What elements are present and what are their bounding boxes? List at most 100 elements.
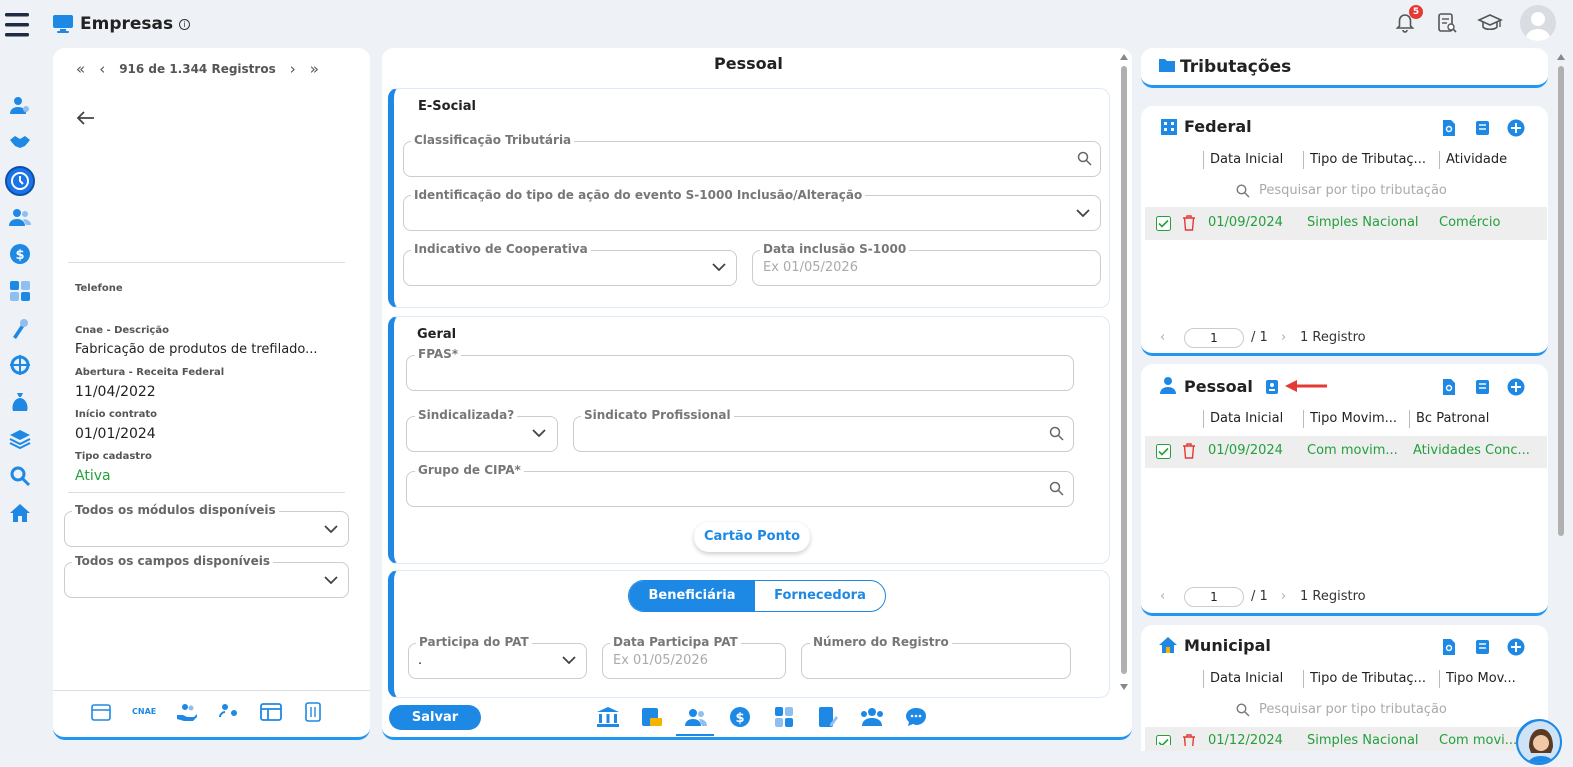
chat-icon[interactable] xyxy=(904,706,928,728)
scroll-document-icon[interactable] xyxy=(1473,378,1491,396)
page-title: Empresas xyxy=(80,14,174,34)
rail-calculator-icon[interactable] xyxy=(9,280,31,302)
prev-record-button[interactable]: ‹ xyxy=(99,60,105,78)
first-record-button[interactable]: « xyxy=(76,60,85,78)
house-icon xyxy=(1158,636,1178,654)
search-icon[interactable] xyxy=(1049,426,1064,441)
column-header[interactable]: Data Inicial xyxy=(1210,671,1283,686)
notification-badge: 5 xyxy=(1409,5,1423,19)
prev-page-icon[interactable]: ‹ xyxy=(1160,330,1165,345)
prev-page-icon[interactable]: ‹ xyxy=(1160,589,1165,604)
module-toolbar: $ xyxy=(596,706,928,728)
hamburger-menu-icon[interactable] xyxy=(4,10,30,40)
fpas-field[interactable] xyxy=(406,355,1074,391)
telefone-label: Telefone xyxy=(75,283,123,294)
column-header[interactable]: Tipo de Tributaç... xyxy=(1310,671,1426,686)
info-icon[interactable]: i xyxy=(179,18,191,30)
data-participa-label: Data Participa PAT xyxy=(610,635,741,649)
right-scrollbar[interactable] xyxy=(1556,52,1566,742)
checkbox-checked-icon[interactable] xyxy=(1156,216,1171,231)
red-arrow-pointer-icon xyxy=(1283,379,1329,393)
data-participa-placeholder: Ex 01/05/2026 xyxy=(613,653,708,668)
federal-search-input[interactable]: Pesquisar por tipo tributação xyxy=(1259,183,1447,198)
calculator-icon[interactable] xyxy=(772,706,796,728)
cartao-ponto-button[interactable]: Cartão Ponto xyxy=(694,522,810,552)
add-icon[interactable] xyxy=(1507,378,1525,396)
column-header[interactable]: Tipo de Tributaç... xyxy=(1310,152,1426,167)
next-page-icon[interactable]: › xyxy=(1281,589,1286,604)
rail-search-icon[interactable] xyxy=(9,465,31,487)
row-atividade: Comércio xyxy=(1439,215,1501,230)
trash-icon[interactable] xyxy=(1182,443,1196,459)
column-separator xyxy=(1439,151,1440,169)
column-separator xyxy=(1303,670,1304,688)
add-icon[interactable] xyxy=(1507,119,1525,137)
checkbox-checked-icon[interactable] xyxy=(1156,444,1171,459)
tab-beneficiaria[interactable]: Beneficiária xyxy=(629,581,755,611)
rail-home-icon[interactable] xyxy=(9,502,31,524)
column-header[interactable]: Data Inicial xyxy=(1210,411,1283,426)
hand-coins-icon[interactable] xyxy=(176,702,198,722)
calendar-icon[interactable] xyxy=(90,702,112,722)
page-input[interactable]: 1 xyxy=(1184,328,1244,348)
pessoal-title: Pessoal xyxy=(1184,377,1253,396)
page-input[interactable]: 1 xyxy=(1184,587,1244,607)
cooperativa-label: Indicativo de Cooperativa xyxy=(411,242,591,256)
cnae-button[interactable]: CNAE xyxy=(132,702,156,722)
chevron-down-icon xyxy=(324,525,338,533)
group-icon[interactable] xyxy=(860,706,884,728)
rail-layers-icon[interactable] xyxy=(9,428,31,450)
id-badge-icon[interactable] xyxy=(1265,379,1279,395)
user-avatar[interactable] xyxy=(1520,5,1556,41)
column-header[interactable]: Tipo Movim... xyxy=(1310,411,1397,426)
people-icon[interactable] xyxy=(684,706,708,728)
graduation-cap-icon[interactable] xyxy=(1477,12,1503,34)
inicio-value: 01/01/2024 xyxy=(75,426,156,442)
municipal-search-input[interactable]: Pesquisar por tipo tributação xyxy=(1259,702,1447,717)
last-record-button[interactable]: » xyxy=(310,60,319,78)
rail-clock-icon[interactable] xyxy=(9,170,31,192)
classificacao-tributaria-label: Classificação Tributária xyxy=(411,133,575,147)
rail-dollar-icon[interactable]: $ xyxy=(9,243,31,265)
row-tipo: Simples Nacional xyxy=(1307,733,1419,747)
scroll-document-icon[interactable] xyxy=(1473,119,1491,137)
scroll-document-icon[interactable] xyxy=(1473,638,1491,656)
assistant-avatar[interactable] xyxy=(1516,719,1562,765)
document-search-icon[interactable] xyxy=(1440,378,1458,396)
form-scrollbar[interactable] xyxy=(1119,52,1129,692)
next-record-button[interactable]: › xyxy=(290,60,296,78)
bank-icon[interactable] xyxy=(596,706,620,728)
rail-network-icon[interactable] xyxy=(9,354,31,376)
rail-handshake-icon[interactable] xyxy=(9,131,31,153)
rail-money-bag-icon[interactable] xyxy=(9,391,31,413)
chevron-down-icon xyxy=(324,576,338,584)
document-search-icon[interactable] xyxy=(1440,119,1458,137)
rail-user-icon[interactable] xyxy=(9,94,31,116)
column-header[interactable]: Tipo Mov... xyxy=(1446,671,1516,686)
document-search-icon[interactable] xyxy=(1440,638,1458,656)
team-icon[interactable] xyxy=(218,702,240,722)
chevron-down-icon xyxy=(712,263,726,271)
column-header[interactable]: Bc Patronal xyxy=(1416,411,1489,426)
document-edit-icon[interactable] xyxy=(816,706,840,728)
trash-icon[interactable] xyxy=(1182,215,1196,231)
next-page-icon[interactable]: › xyxy=(1281,330,1286,345)
add-icon[interactable] xyxy=(1507,638,1525,656)
column-header[interactable]: Atividade xyxy=(1446,152,1507,167)
search-icon[interactable] xyxy=(1049,481,1064,496)
divider xyxy=(68,492,345,493)
column-header[interactable]: Data Inicial xyxy=(1210,152,1283,167)
cash-register-icon[interactable] xyxy=(640,706,664,728)
building-icon[interactable] xyxy=(302,702,324,722)
back-arrow-icon[interactable] xyxy=(76,110,96,126)
trash-icon[interactable] xyxy=(1182,734,1196,746)
table-icon[interactable] xyxy=(260,702,283,722)
search-icon[interactable] xyxy=(1077,151,1092,166)
tab-fornecedora[interactable]: Fornecedora xyxy=(755,581,885,611)
document-search-icon[interactable] xyxy=(1436,12,1458,34)
checkbox-checked-icon[interactable] xyxy=(1156,735,1171,745)
rail-people-icon[interactable] xyxy=(9,206,31,228)
rail-tools-icon[interactable] xyxy=(9,317,31,339)
save-button[interactable]: Salvar xyxy=(389,705,481,730)
dollar-icon[interactable]: $ xyxy=(728,706,752,728)
